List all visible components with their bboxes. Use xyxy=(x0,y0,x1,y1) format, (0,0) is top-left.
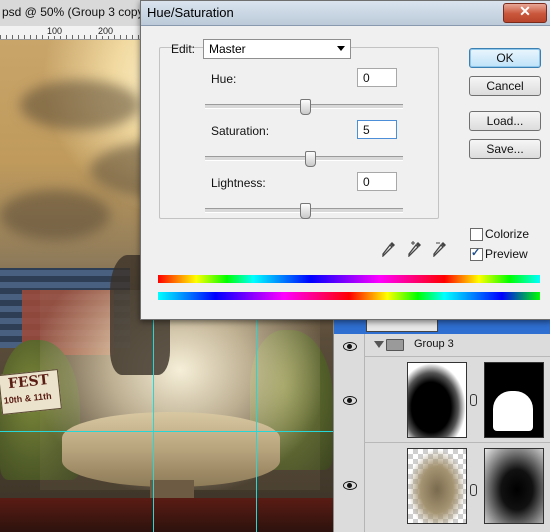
layer-row[interactable] xyxy=(364,442,550,532)
lightness-input[interactable]: 0 xyxy=(357,172,397,191)
fest-banner: FEST 10th & 11th xyxy=(0,368,62,416)
document-tab[interactable]: psd @ 50% (Group 3 copy, xyxy=(0,0,146,27)
ok-button[interactable]: OK xyxy=(469,48,541,68)
visibility-column xyxy=(334,334,365,532)
guide-vertical[interactable] xyxy=(153,318,154,532)
banner-title: FEST xyxy=(7,371,50,393)
dialog-titlebar[interactable]: Hue/Saturation ✕ xyxy=(141,1,550,26)
fountain-basin xyxy=(62,412,280,487)
hue-input[interactable]: 0 xyxy=(357,68,397,87)
triangle-down-icon[interactable] xyxy=(374,341,384,348)
output-spectrum-bar xyxy=(158,292,540,300)
chain-link-icon[interactable] xyxy=(470,484,477,496)
dialog-title: Hue/Saturation xyxy=(147,5,234,20)
layer-thumbnail xyxy=(407,362,467,438)
cancel-button[interactable]: Cancel xyxy=(469,76,541,96)
document-title: psd @ 50% (Group 3 copy, xyxy=(2,5,147,19)
preview-label: Preview xyxy=(485,247,528,261)
eyedropper-icon[interactable] xyxy=(382,241,396,257)
layer-group-row[interactable]: Group 3 xyxy=(364,334,550,357)
cloud xyxy=(20,80,140,130)
hue-saturation-dialog: Hue/Saturation ✕ Edit: Master Hue: 0 Sat… xyxy=(140,0,550,320)
selected-layer-row[interactable] xyxy=(334,318,550,334)
hue-slider-thumb[interactable] xyxy=(300,99,311,115)
load-button[interactable]: Load... xyxy=(469,111,541,131)
group-name: Group 3 xyxy=(414,338,454,350)
hue-label: Hue: xyxy=(211,72,237,86)
eyedropper-plus-icon[interactable] xyxy=(408,241,422,257)
guide-vertical[interactable] xyxy=(256,318,257,532)
cloud xyxy=(0,190,110,240)
layers-panel: Group 3 xyxy=(333,318,550,532)
eye-icon[interactable] xyxy=(343,342,357,351)
layer-thumbnail xyxy=(407,448,467,524)
eyedropper-minus-icon[interactable] xyxy=(433,241,447,257)
save-button[interactable]: Save... xyxy=(469,139,541,159)
layer-mask-thumbnail[interactable] xyxy=(484,448,544,524)
eye-icon[interactable] xyxy=(343,481,357,490)
preview-checkbox[interactable] xyxy=(470,246,483,261)
edit-label: Edit: xyxy=(171,42,196,56)
fountain-base xyxy=(0,498,333,532)
saturation-label: Saturation: xyxy=(211,124,270,138)
ruler-label-100: 100 xyxy=(46,26,64,36)
saturation-slider-thumb[interactable] xyxy=(305,151,316,167)
layer-row[interactable] xyxy=(364,356,550,443)
close-button[interactable]: ✕ xyxy=(503,3,547,23)
close-icon: ✕ xyxy=(519,3,531,19)
input-spectrum-bar xyxy=(158,275,540,283)
ruler-label-200: 200 xyxy=(97,26,115,36)
saturation-input[interactable]: 5 xyxy=(357,120,397,139)
edit-value: Master xyxy=(209,42,246,56)
lightness-label: Lightness: xyxy=(211,176,266,190)
lightness-slider-thumb[interactable] xyxy=(300,203,311,219)
chevron-down-icon xyxy=(337,46,345,51)
saturation-slider-track[interactable] xyxy=(205,156,403,161)
colorize-checkbox[interactable] xyxy=(470,228,483,241)
adjustment-group xyxy=(159,47,439,219)
eye-icon[interactable] xyxy=(343,396,357,405)
folder-icon xyxy=(386,339,404,351)
layer-mask-thumbnail[interactable] xyxy=(484,362,544,438)
chain-link-icon[interactable] xyxy=(470,394,477,406)
guide-horizontal[interactable] xyxy=(0,431,333,432)
edit-dropdown[interactable]: Master xyxy=(203,39,351,59)
layer-thumbnail xyxy=(366,318,438,332)
horizontal-ruler: 100 200 xyxy=(0,26,140,40)
colorize-label: Colorize xyxy=(485,227,530,241)
banner-dates: 10th & 11th xyxy=(3,390,53,406)
